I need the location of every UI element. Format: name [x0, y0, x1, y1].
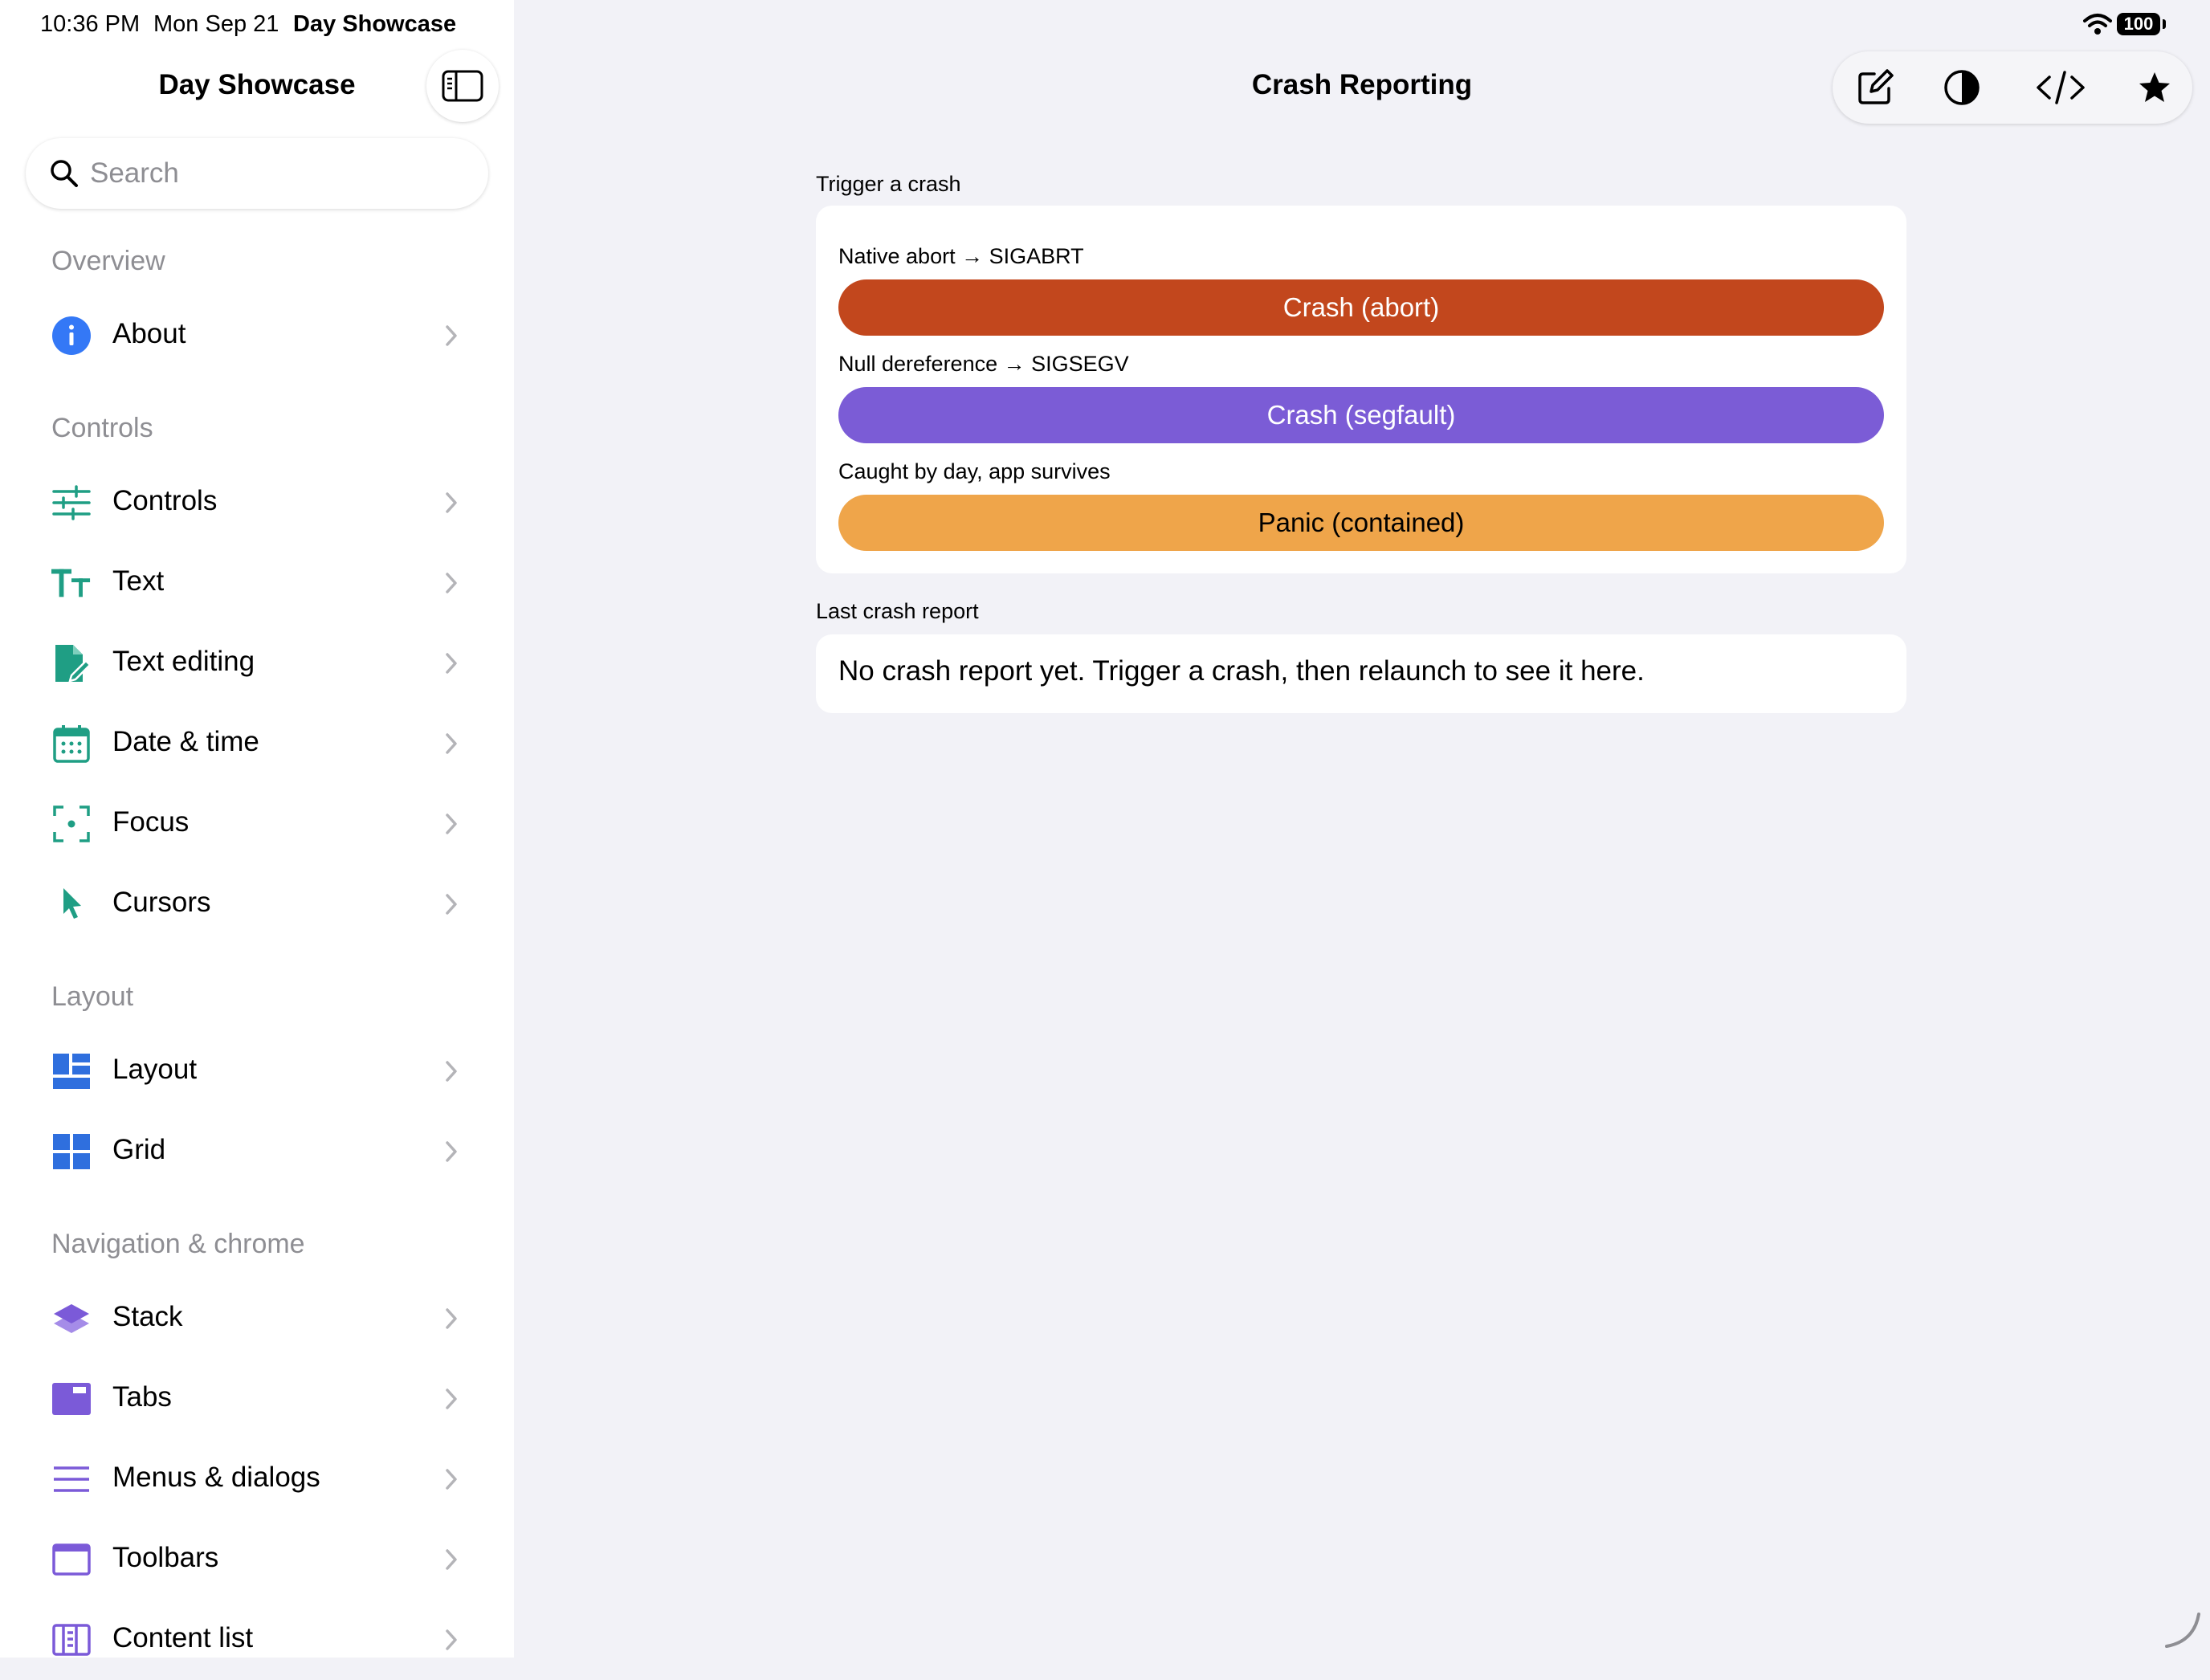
sidebar-item-label: Date & time — [112, 726, 259, 757]
battery-icon: 100 — [2117, 13, 2160, 35]
sliders-icon — [51, 483, 92, 523]
search-icon — [51, 160, 78, 187]
compose-icon — [1858, 69, 1894, 104]
sidebar-item-cursors[interactable]: Cursors — [0, 864, 514, 944]
crash-report-text: No crash report yet. Trigger a crash, th… — [838, 655, 1645, 687]
sidebar-item-text[interactable]: Text — [0, 543, 514, 623]
info-icon — [51, 316, 92, 356]
sidebar-item-label: Layout — [112, 1054, 198, 1085]
sidebar-item-date-time[interactable]: Date & time — [0, 703, 514, 784]
status-app-name: Day Showcase — [293, 11, 457, 37]
cursor-icon — [51, 884, 92, 924]
chevron-right-icon — [446, 325, 457, 346]
sidebar: Day Showcase Overview About Controls — [0, 0, 514, 1658]
report-card: No crash report yet. Trigger a crash, th… — [816, 634, 1906, 713]
grid-icon — [51, 1132, 92, 1172]
sidebar-item-focus[interactable]: Focus — [0, 784, 514, 864]
menu-icon — [51, 1459, 92, 1499]
status-date: Mon Sep 21 — [153, 11, 279, 37]
sidebar-item-content-list[interactable]: Content list — [0, 1600, 514, 1680]
star-icon — [2139, 72, 2170, 102]
sidebar-item-label: Grid — [112, 1134, 166, 1165]
chevron-right-icon — [446, 1549, 457, 1570]
sidebar-item-toolbars[interactable]: Toolbars — [0, 1519, 514, 1600]
section-header-controls: Controls — [51, 413, 153, 443]
sidebar-item-label: Text — [112, 565, 165, 597]
sidebar-item-label: Content list — [112, 1622, 254, 1653]
crash-segfault-button[interactable]: Crash (segfault) — [838, 387, 1884, 443]
resize-grip-icon[interactable] — [2162, 1609, 2204, 1651]
panic-caption: Caught by day, app survives — [838, 459, 1111, 483]
chevron-right-icon — [446, 894, 457, 915]
compose-button[interactable] — [1855, 67, 1895, 108]
toolbar — [1833, 51, 2192, 124]
sidebar-item-menus-dialogs[interactable]: Menus & dialogs — [0, 1439, 514, 1519]
chevron-right-icon — [446, 1388, 457, 1409]
trigger-card: Native abort → SIGABRT Crash (abort) Nul… — [816, 206, 1906, 573]
sidebar-item-about[interactable]: About — [0, 296, 514, 376]
sidebar-toggle-icon — [442, 70, 483, 102]
search-input[interactable] — [90, 153, 467, 194]
sidebar-item-label: Stack — [112, 1301, 183, 1332]
chevron-right-icon — [446, 1308, 457, 1329]
contrast-button[interactable] — [1942, 67, 1982, 108]
sidebar-item-stack[interactable]: Stack — [0, 1278, 514, 1359]
section-header-navigation: Navigation & chrome — [51, 1229, 305, 1259]
sidebar-item-label: Toolbars — [112, 1542, 219, 1573]
sidebar-item-grid[interactable]: Grid — [0, 1111, 514, 1192]
status-time: 10:36 PM — [40, 11, 141, 37]
calendar-icon — [51, 724, 92, 764]
abort-caption: Native abort → SIGABRT — [838, 244, 1084, 268]
wifi-icon — [2083, 14, 2112, 35]
sidebar-item-layout[interactable]: Layout — [0, 1031, 514, 1111]
code-button[interactable] — [2033, 67, 2088, 108]
sidebar-item-tabs[interactable]: Tabs — [0, 1359, 514, 1439]
document-edit-icon — [51, 643, 92, 683]
crash-abort-button[interactable]: Crash (abort) — [838, 279, 1884, 336]
toolbar-icon — [51, 1539, 92, 1580]
sidebar-item-label: Cursors — [112, 887, 211, 918]
chevron-right-icon — [446, 1141, 457, 1162]
layout-icon — [51, 1051, 92, 1091]
content-list-icon — [51, 1620, 92, 1660]
chevron-right-icon — [446, 813, 457, 834]
sidebar-item-label: Text editing — [112, 646, 255, 677]
sidebar-toggle-button[interactable] — [426, 50, 499, 122]
sidebar-item-text-editing[interactable]: Text editing — [0, 623, 514, 703]
status-bar: 10:36 PM Mon Sep 21 Day Showcase 100 — [0, 0, 2210, 51]
tabs-icon — [51, 1379, 92, 1419]
focus-icon — [51, 804, 92, 844]
chevron-right-icon — [446, 1469, 457, 1490]
battery-tip — [2163, 19, 2166, 29]
section-header-overview: Overview — [51, 246, 165, 276]
chevron-right-icon — [446, 733, 457, 754]
contrast-icon — [1944, 70, 1980, 105]
favorite-button[interactable] — [2135, 67, 2175, 108]
sidebar-item-label: Controls — [112, 485, 218, 516]
sidebar-item-controls[interactable]: Controls — [0, 463, 514, 543]
sidebar-item-label: Menus & dialogs — [112, 1462, 320, 1493]
panic-contained-button[interactable]: Panic (contained) — [838, 495, 1884, 551]
search-field[interactable] — [26, 138, 488, 209]
chevron-right-icon — [446, 492, 457, 513]
text-size-icon — [51, 563, 92, 603]
sidebar-item-label: About — [112, 318, 186, 349]
report-section-label: Last crash report — [816, 599, 979, 623]
segfault-caption: Null dereference → SIGSEGV — [838, 352, 1129, 376]
chevron-right-icon — [446, 653, 457, 674]
chevron-right-icon — [446, 573, 457, 593]
sidebar-item-label: Focus — [112, 806, 190, 838]
code-icon — [2037, 71, 2085, 104]
section-header-layout: Layout — [51, 981, 134, 1012]
sidebar-item-label: Tabs — [112, 1381, 172, 1413]
chevron-right-icon — [446, 1629, 457, 1650]
stack-icon — [51, 1299, 92, 1339]
chevron-right-icon — [446, 1061, 457, 1082]
trigger-section-label: Trigger a crash — [816, 172, 961, 196]
